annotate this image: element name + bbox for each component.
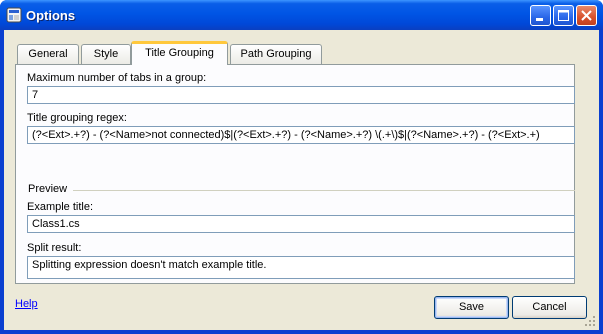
example-title-input[interactable]: Class1.cs: [27, 215, 575, 233]
split-result-label: Split result:: [27, 242, 82, 254]
regex-label: Title grouping regex:: [27, 112, 127, 124]
split-result-output[interactable]: Splitting expression doesn't match examp…: [27, 256, 575, 279]
maximize-button[interactable]: [553, 5, 574, 26]
tab-path-grouping[interactable]: Path Grouping: [230, 44, 322, 64]
minimize-icon: [531, 16, 550, 28]
preview-divider: [73, 190, 575, 192]
resize-grip-icon[interactable]: [584, 315, 596, 327]
example-title-label: Example title:: [27, 201, 94, 213]
maximize-icon: [554, 10, 573, 28]
max-tabs-input[interactable]: 7: [27, 86, 575, 104]
settings-app-icon: [6, 7, 22, 23]
tab-style[interactable]: Style: [81, 44, 131, 64]
minimize-button[interactable]: [530, 5, 551, 26]
dialog-client-area: General Style Title Grouping Path Groupi…: [4, 30, 599, 330]
options-window: Options General Style Title Grouping Pat…: [0, 0, 603, 334]
save-button[interactable]: Save: [434, 296, 509, 319]
tab-title-grouping[interactable]: Title Grouping: [131, 41, 228, 65]
help-link[interactable]: Help: [15, 298, 38, 310]
title-grouping-panel: Maximum number of tabs in a group: 7 Tit…: [15, 64, 575, 284]
close-icon: [577, 10, 596, 28]
regex-input[interactable]: (?<Ext>.+?) - (?<Name>not connected)$|(?…: [27, 126, 575, 144]
max-tabs-label: Maximum number of tabs in a group:: [27, 72, 207, 84]
cancel-button[interactable]: Cancel: [512, 296, 587, 319]
title-bar[interactable]: Options: [0, 0, 603, 30]
tab-general[interactable]: General: [17, 44, 79, 64]
close-button[interactable]: [576, 5, 597, 26]
preview-group-label: Preview: [28, 183, 68, 195]
window-title: Options: [26, 8, 76, 23]
